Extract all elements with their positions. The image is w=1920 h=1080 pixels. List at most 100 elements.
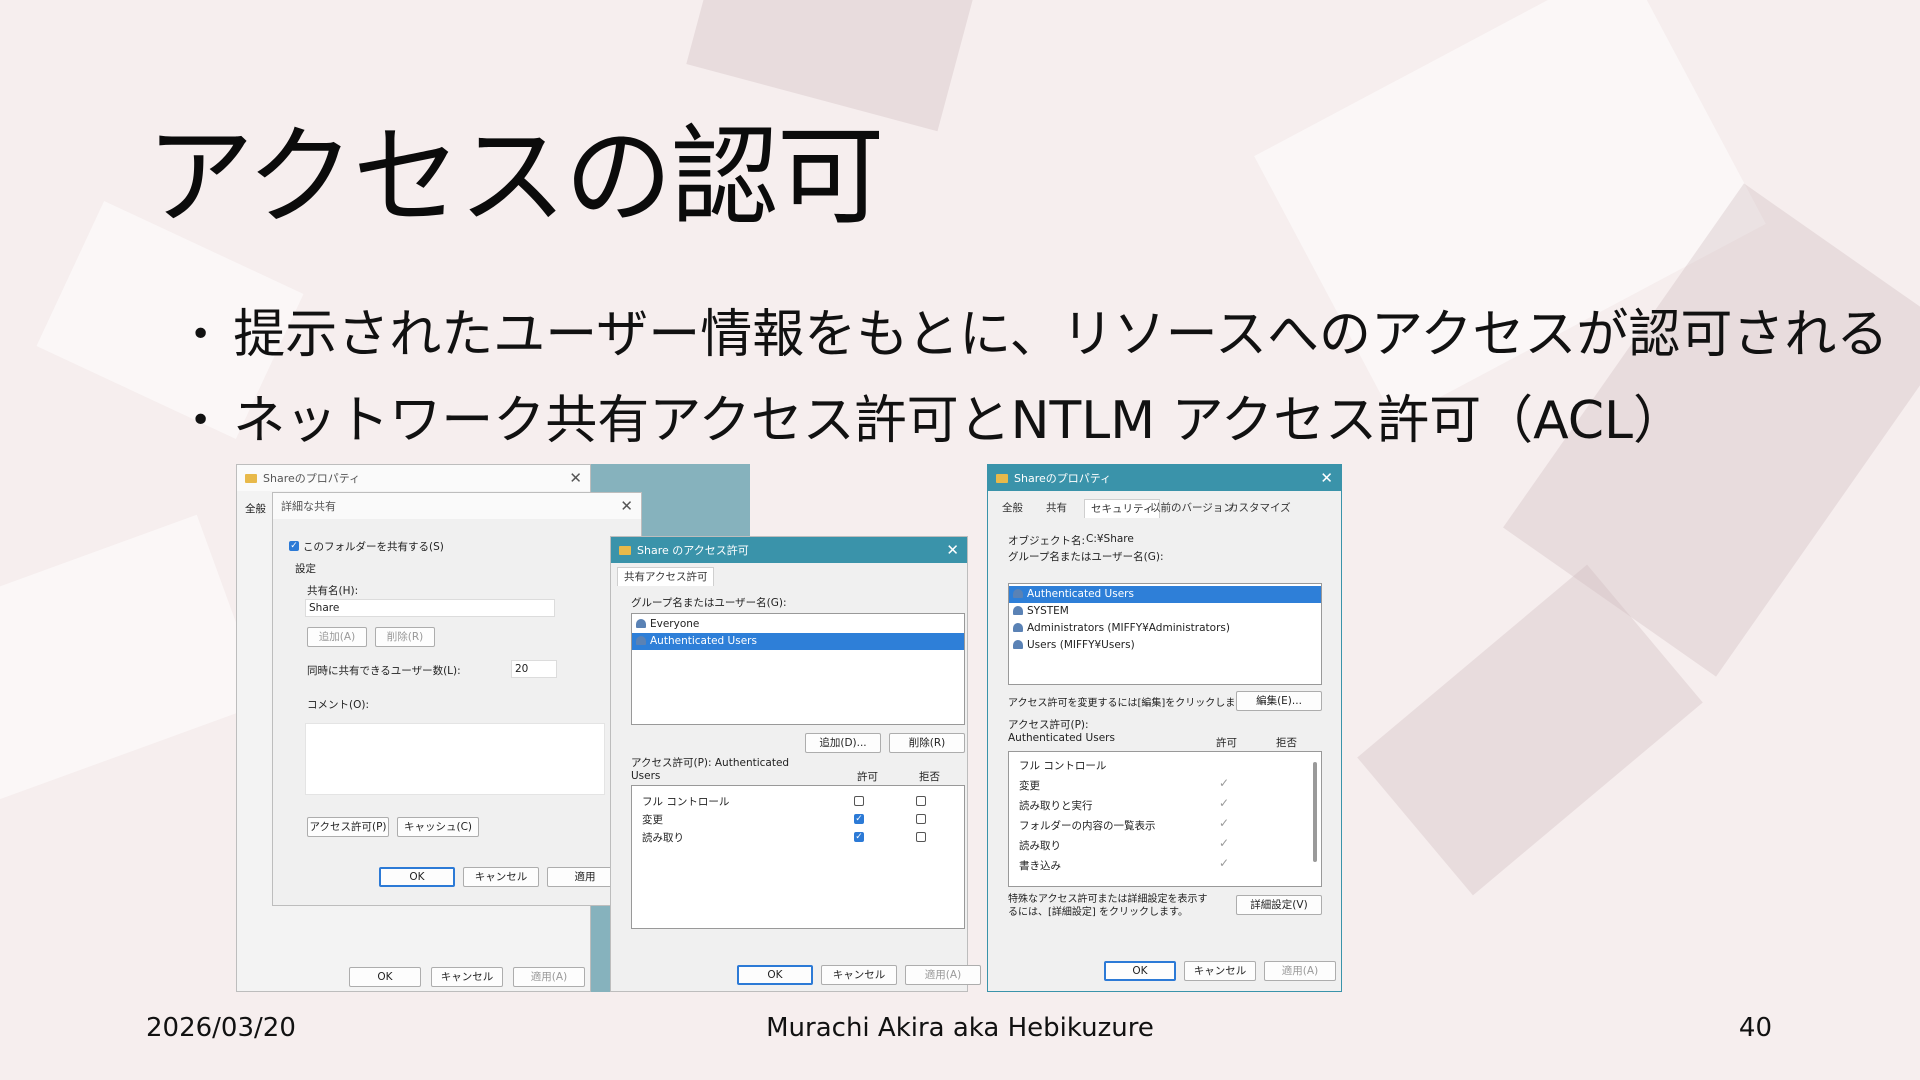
window-title: Share のアクセス許可	[637, 544, 749, 557]
tab-share-permissions[interactable]: 共有アクセス許可	[617, 567, 715, 586]
background-shape	[0, 514, 266, 806]
folder-icon	[996, 473, 1008, 483]
list-item[interactable]: Authenticated Users	[632, 633, 964, 650]
share-permissions-dialog: Share のアクセス許可 ✕ 共有アクセス許可 グループ名またはユーザー名(G)…	[610, 536, 981, 992]
apply-button[interactable]: 適用(A)	[905, 965, 981, 985]
ok-button[interactable]: OK	[737, 965, 813, 985]
cancel-button[interactable]: キャンセル	[431, 967, 503, 987]
permission-name: フォルダーの内容の一覧表示	[1019, 820, 1156, 832]
folder-icon	[619, 545, 631, 555]
bullet-dot-icon: •	[190, 314, 212, 355]
user-group-icon	[636, 636, 646, 645]
permission-name: 読み取り	[642, 832, 684, 844]
add-button[interactable]: 追加(A)	[307, 627, 367, 647]
list-item[interactable]: Everyone	[632, 616, 964, 633]
ok-button[interactable]: OK	[349, 967, 421, 987]
cancel-button[interactable]: キャンセル	[1184, 961, 1256, 981]
footer-author: Murachi Akira aka Hebikuzure	[766, 1013, 1154, 1043]
comment-input[interactable]	[305, 723, 605, 795]
share-folder-label: このフォルダーを共有する(S)	[303, 541, 444, 553]
share-name-label: 共有名(H):	[307, 585, 359, 597]
security-titlebar: Shareのプロパティ ✕	[988, 465, 1341, 491]
apply-button[interactable]: 適用(A)	[513, 967, 585, 987]
user-group-icon	[636, 619, 646, 628]
bullet-list: • 提示されたユーザー情報をもとに、リソースへのアクセスが認可される • ネットワー…	[190, 292, 1888, 464]
tab-general[interactable]: 全般	[245, 501, 266, 516]
edit-button[interactable]: 編集(E)...	[1236, 691, 1322, 711]
bullet-item: • ネットワーク共有アクセス許可とNTLM アクセス許可（ACL）	[190, 378, 1888, 464]
object-name-value: C:¥Share	[1086, 533, 1134, 545]
permissions-table: フル コントロール 変更 読み取りと実行 フォルダーの内容の一覧表示 読み取り …	[1008, 751, 1322, 887]
tab-customize[interactable]: カスタマイズ	[1228, 499, 1291, 517]
settings-group-label: 設定	[295, 563, 316, 575]
screenshot-composite: Shareのプロパティ ✕ 全般 OK キャンセル 適用(A) 詳細な共有 ✕ ✓ …	[236, 464, 1342, 992]
tab-general[interactable]: 全般	[1002, 499, 1023, 517]
permissions-table: フル コントロール 変更 読み取り ✓ ✓	[631, 785, 965, 929]
close-icon[interactable]: ✕	[1320, 469, 1333, 487]
advanced-share-titlebar: 詳細な共有 ✕	[273, 493, 641, 519]
allow-header: 許可	[857, 771, 878, 783]
slide-title: アクセスの認可	[146, 115, 885, 240]
list-item[interactable]: Authenticated Users	[1009, 586, 1321, 603]
tab-previous-versions[interactable]: 以前のバージョン	[1150, 499, 1234, 517]
group-label: グループ名またはユーザー名(G):	[1008, 551, 1164, 563]
folder-icon	[245, 473, 257, 483]
ok-button[interactable]: OK	[1104, 961, 1176, 981]
user-limit-label: 同時に共有できるユーザー数(L):	[307, 665, 461, 677]
cancel-button[interactable]: キャンセル	[821, 965, 897, 985]
deny-header: 拒否	[1276, 737, 1297, 749]
list-item[interactable]: Administrators (MIFFY¥Administrators)	[1009, 620, 1321, 637]
list-item[interactable]: SYSTEM	[1009, 603, 1321, 620]
permission-name: 読み取り	[1019, 840, 1061, 852]
scrollbar[interactable]	[1313, 762, 1317, 862]
list-item[interactable]: Users (MIFFY¥Users)	[1009, 637, 1321, 654]
tab-security[interactable]: セキュリティ	[1084, 499, 1161, 518]
remove-button[interactable]: 削除(R)	[889, 733, 965, 753]
security-properties-window: Shareのプロパティ ✕ 全般 共有 セキュリティ 以前のバージョン カスタマイ…	[987, 464, 1342, 992]
permission-name: フル コントロール	[1019, 760, 1107, 772]
allow-checkbox[interactable]: ✓	[854, 832, 864, 842]
allow-check-icon: ✓	[1219, 796, 1230, 810]
deny-checkbox[interactable]	[916, 814, 926, 824]
user-group-icon	[1013, 640, 1023, 649]
allow-header: 許可	[1216, 737, 1237, 749]
bullet-text: 提示されたユーザー情報をもとに、リソースへのアクセスが認可される	[233, 305, 1889, 365]
user-limit-input[interactable]: 20	[511, 660, 557, 678]
deny-header: 拒否	[919, 771, 940, 783]
allow-checkbox[interactable]: ✓	[854, 814, 864, 824]
allow-check-icon: ✓	[1219, 776, 1230, 790]
user-listbox[interactable]: Authenticated Users SYSTEM Administrator…	[1008, 583, 1322, 685]
allow-check-icon: ✓	[1219, 856, 1230, 870]
comment-label: コメント(O):	[307, 699, 369, 711]
props-back-titlebar: Shareのプロパティ ✕	[237, 465, 590, 491]
allow-checkbox[interactable]	[854, 796, 864, 806]
user-group-icon	[1013, 589, 1023, 598]
permissions-button[interactable]: アクセス許可(P)	[307, 817, 389, 837]
user-group-icon	[1013, 606, 1023, 615]
window-title: 詳細な共有	[281, 500, 336, 513]
apply-button[interactable]: 適用(A)	[1264, 961, 1336, 981]
deny-checkbox[interactable]	[916, 796, 926, 806]
permissions-label: アクセス許可(P): Authenticated Users	[1008, 719, 1115, 744]
remove-button[interactable]: 削除(R)	[375, 627, 435, 647]
allow-check-icon: ✓	[1219, 836, 1230, 850]
permission-name: 変更	[642, 814, 663, 826]
deny-checkbox[interactable]	[916, 832, 926, 842]
cancel-button[interactable]: キャンセル	[463, 867, 539, 887]
permission-name: 変更	[1019, 780, 1040, 792]
tab-sharing[interactable]: 共有	[1046, 499, 1067, 517]
permissions-label: アクセス許可(P): Authenticated Users	[631, 757, 790, 782]
close-icon[interactable]: ✕	[946, 541, 959, 559]
ok-button[interactable]: OK	[379, 867, 455, 887]
advanced-button[interactable]: 詳細設定(V)	[1236, 895, 1322, 915]
share-name-input[interactable]: Share	[305, 599, 555, 617]
window-title: Shareのプロパティ	[263, 472, 361, 485]
close-icon[interactable]: ✕	[569, 469, 582, 487]
share-folder-checkbox[interactable]: ✓	[289, 541, 299, 551]
add-button[interactable]: 追加(D)...	[805, 733, 881, 753]
page-number: 40	[1738, 1013, 1772, 1043]
close-icon[interactable]: ✕	[620, 497, 633, 515]
bullet-item: • 提示されたユーザー情報をもとに、リソースへのアクセスが認可される	[190, 292, 1888, 378]
caching-button[interactable]: キャッシュ(C)	[397, 817, 479, 837]
user-listbox[interactable]: Everyone Authenticated Users	[631, 613, 965, 725]
